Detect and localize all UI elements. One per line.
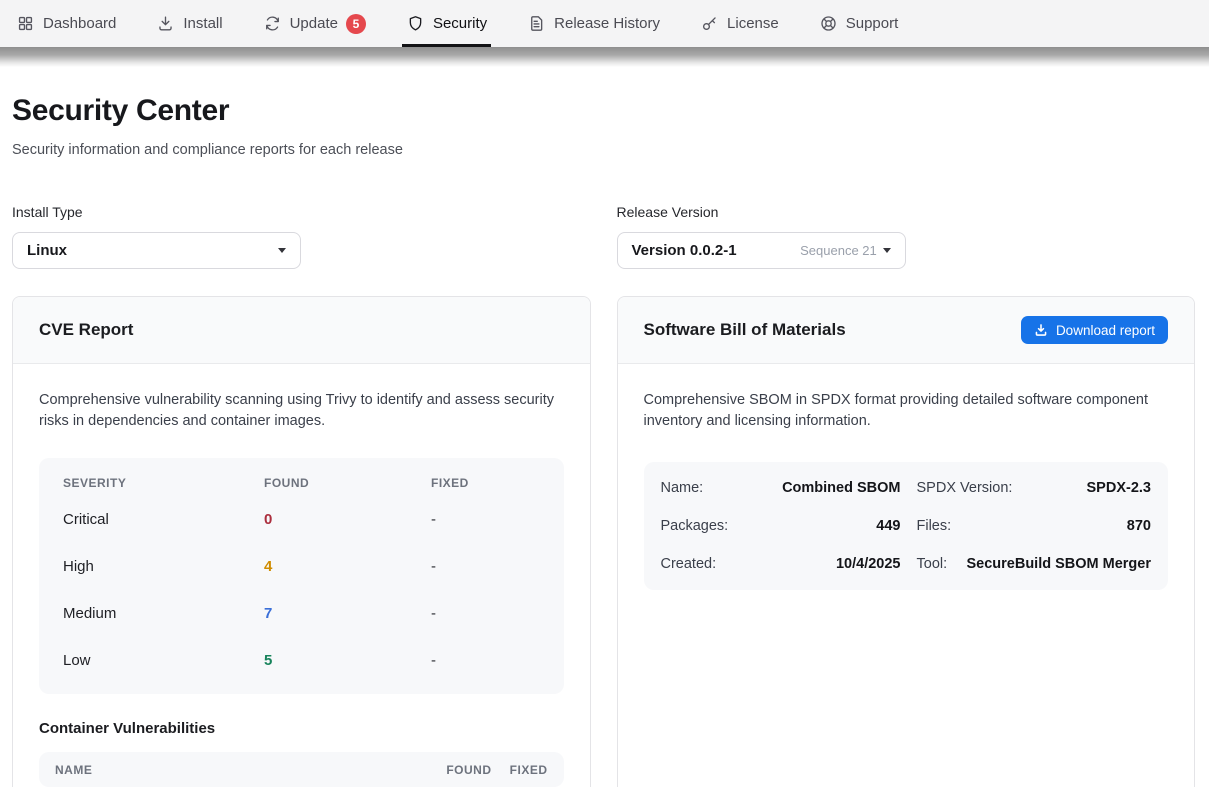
cve-report-card: CVE Report Comprehensive vulnerability s…	[12, 296, 591, 787]
nav-item-support[interactable]: Support	[819, 0, 899, 47]
nav-label: Update	[290, 15, 338, 32]
cards-row: CVE Report Comprehensive vulnerability s…	[12, 296, 1195, 787]
install-type-label: Install Type	[12, 204, 591, 220]
release-version-select[interactable]: Version 0.0.2-1 Sequence 21	[617, 232, 906, 269]
nav-label: Support	[846, 15, 899, 32]
table-row: Medium 7 -	[63, 590, 540, 637]
release-version-filter: Release Version Version 0.0.2-1 Sequence…	[617, 204, 1196, 269]
severity-found-count: 7	[264, 605, 431, 622]
list-item: Packages: 449 Files: 870	[661, 507, 1152, 545]
severity-name: Critical	[63, 511, 264, 528]
cve-card-title: CVE Report	[39, 320, 133, 340]
shield-icon	[406, 14, 425, 33]
key-icon	[700, 14, 719, 33]
sbom-info-table: Name: Combined SBOM SPDX Version: SPDX-2…	[644, 462, 1169, 590]
col-fixed: FIXED	[431, 476, 540, 490]
col-found: FOUND	[264, 476, 431, 490]
list-item: Name: Combined SBOM SPDX Version: SPDX-2…	[661, 469, 1152, 507]
table-row: High 4 -	[63, 543, 540, 590]
sbom-description: Comprehensive SBOM in SPDX format provid…	[644, 390, 1169, 432]
release-version-label: Release Version	[617, 204, 1196, 220]
document-icon	[527, 14, 546, 33]
sbom-card: Software Bill of Materials Download repo…	[617, 296, 1196, 787]
table-row: Critical 0 -	[63, 496, 540, 543]
nav-label: License	[727, 15, 779, 32]
chevron-down-icon	[278, 248, 286, 253]
table-row: Low 5 -	[63, 637, 540, 684]
sbom-card-title: Software Bill of Materials	[644, 320, 846, 340]
download-report-button[interactable]: Download report	[1021, 316, 1168, 344]
severity-fixed-count: -	[431, 605, 540, 622]
info-value: 449	[766, 518, 901, 534]
col-found: FOUND	[404, 763, 492, 777]
nav-shadow-divider	[0, 47, 1209, 67]
nav-item-security[interactable]: Security	[406, 0, 487, 47]
severity-fixed-count: -	[431, 652, 540, 669]
filters-row: Install Type Linux Release Version Versi…	[12, 204, 1195, 269]
update-count-badge: 5	[346, 14, 366, 34]
main-content: Security Center Security information and…	[0, 67, 1209, 787]
col-severity: SEVERITY	[63, 476, 264, 490]
info-value: Combined SBOM	[766, 480, 901, 496]
nav-item-install[interactable]: Install	[156, 0, 222, 47]
sbom-card-header: Software Bill of Materials Download repo…	[618, 297, 1195, 364]
download-icon	[156, 14, 175, 33]
install-type-select[interactable]: Linux	[12, 232, 301, 269]
info-label: Created:	[661, 556, 766, 572]
info-label: Name:	[661, 480, 766, 496]
nav-item-license[interactable]: License	[700, 0, 779, 47]
list-item: Created: 10/4/2025 Tool: SecureBuild SBO…	[661, 545, 1152, 583]
severity-fixed-count: -	[431, 558, 540, 575]
info-label: Files:	[917, 518, 952, 534]
cve-description: Comprehensive vulnerability scanning usi…	[39, 390, 564, 432]
sequence-hint: Sequence 21	[800, 243, 877, 258]
page-subtitle: Security information and compliance repo…	[12, 142, 1195, 158]
severity-table-header: SEVERITY FOUND FIXED	[63, 458, 540, 496]
col-fixed: FIXED	[492, 763, 548, 777]
install-type-value: Linux	[27, 242, 278, 259]
info-value: SecureBuild SBOM Merger	[947, 556, 1151, 572]
severity-name: Low	[63, 652, 264, 669]
cve-card-body: Comprehensive vulnerability scanning usi…	[13, 364, 590, 787]
severity-found-count: 0	[264, 511, 431, 528]
info-value: SPDX-2.3	[1012, 480, 1151, 496]
severity-fixed-count: -	[431, 511, 540, 528]
dashboard-grid-icon	[16, 14, 35, 33]
download-report-label: Download report	[1056, 323, 1155, 338]
top-navigation: Dashboard Install Update 5 Security Rele…	[0, 0, 1209, 47]
severity-table: SEVERITY FOUND FIXED Critical 0 - High 4…	[39, 458, 564, 694]
sbom-card-body: Comprehensive SBOM in SPDX format provid…	[618, 364, 1195, 616]
nav-label: Security	[433, 15, 487, 32]
container-vulnerabilities-title: Container Vulnerabilities	[39, 720, 564, 737]
chevron-down-icon	[883, 248, 891, 253]
info-label: SPDX Version:	[917, 480, 1013, 496]
severity-name: Medium	[63, 605, 264, 622]
severity-name: High	[63, 558, 264, 575]
refresh-icon	[263, 14, 282, 33]
nav-label: Dashboard	[43, 15, 116, 32]
severity-found-count: 5	[264, 652, 431, 669]
info-label: Tool:	[917, 556, 948, 572]
lifebuoy-icon	[819, 14, 838, 33]
install-type-filter: Install Type Linux	[12, 204, 591, 269]
page-title: Security Center	[12, 94, 1195, 128]
container-table-header: NAME FOUND FIXED	[39, 752, 564, 787]
cve-card-header: CVE Report	[13, 297, 590, 364]
nav-label: Install	[183, 15, 222, 32]
info-value: 10/4/2025	[766, 556, 901, 572]
release-version-value: Version 0.0.2-1	[632, 242, 801, 259]
download-icon	[1034, 323, 1048, 337]
col-name: NAME	[55, 763, 404, 777]
info-label: Packages:	[661, 518, 766, 534]
info-value: 870	[951, 518, 1151, 534]
severity-found-count: 4	[264, 558, 431, 575]
nav-item-dashboard[interactable]: Dashboard	[16, 0, 116, 47]
nav-label: Release History	[554, 15, 660, 32]
nav-item-update[interactable]: Update 5	[263, 0, 366, 47]
nav-item-release-history[interactable]: Release History	[527, 0, 660, 47]
